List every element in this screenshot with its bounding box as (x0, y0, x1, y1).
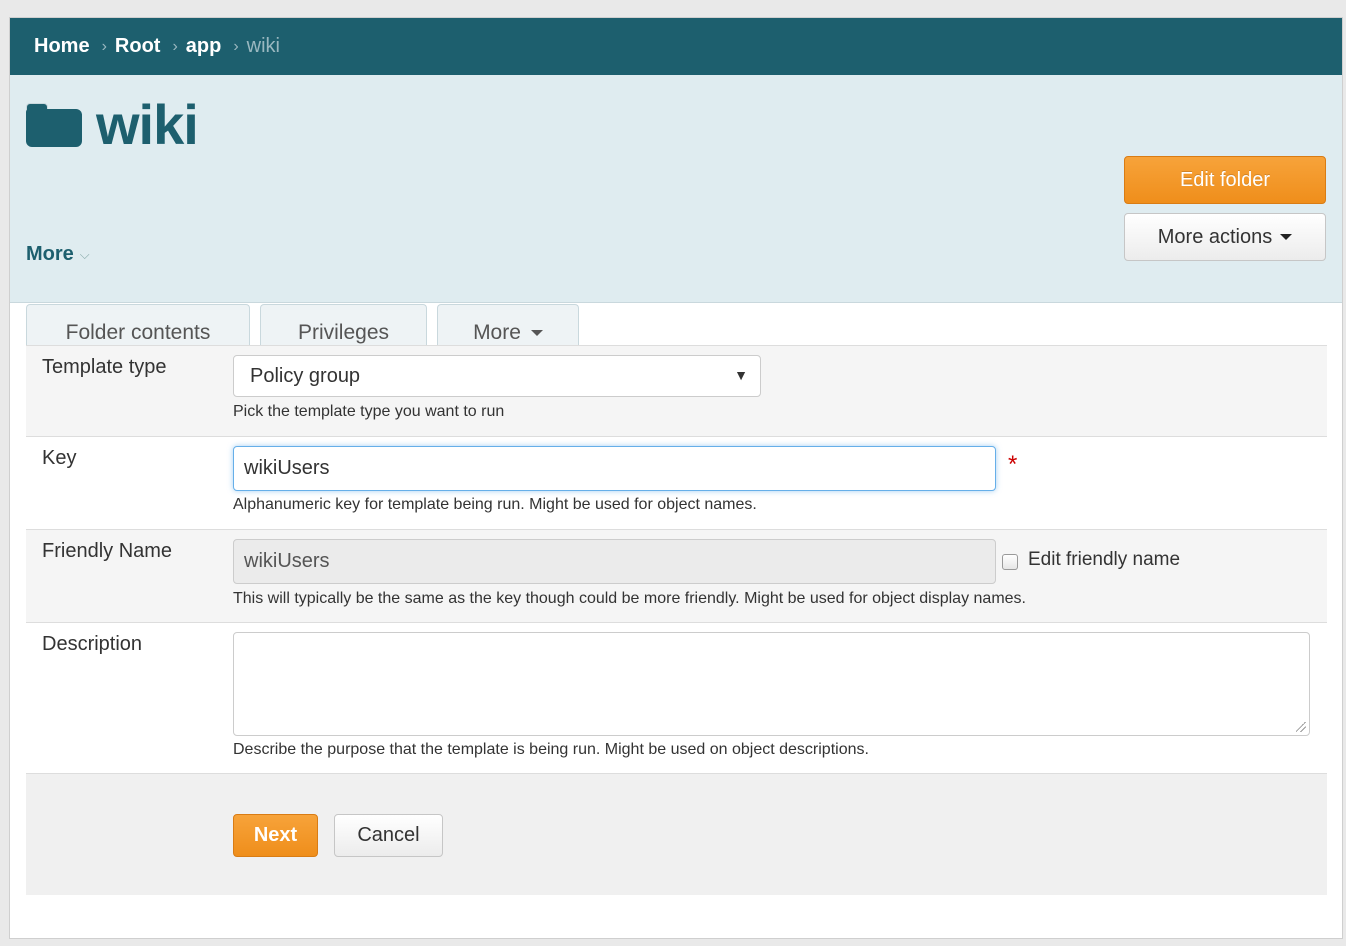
template-type-help: Pick the template type you want to run (233, 403, 505, 420)
template-type-select[interactable]: Policy group ▼ (233, 355, 761, 397)
page-title: wiki (96, 93, 199, 156)
more-actions-label: More actions (1157, 225, 1273, 248)
tab-label: More (473, 321, 521, 344)
more-menu-link[interactable]: More ⌵ (26, 243, 90, 266)
form-row-description: Description Describe the purpose that th… (26, 622, 1327, 774)
tab-label: Privileges (297, 321, 390, 344)
required-asterisk-icon: * (1008, 451, 1018, 478)
chevron-down-icon: ⌵ (79, 246, 90, 262)
description-help: Describe the purpose that the template i… (233, 741, 869, 758)
key-help: Alphanumeric key for template being run.… (233, 496, 757, 513)
caret-down-icon (530, 330, 543, 336)
friendly-name-label: Friendly Name (42, 540, 173, 562)
tab-label: Folder contents (65, 321, 211, 344)
friendly-name-input[interactable]: wikiUsers (233, 539, 996, 584)
key-label: Key (42, 447, 77, 469)
form-row-friendly-name: Friendly Name wikiUsers Edit friendly na… (26, 529, 1327, 622)
template-form: Template type Policy group ▼ Pick the te… (26, 345, 1327, 774)
edit-friendly-name-checkbox[interactable] (1002, 554, 1018, 570)
title-row: wiki (26, 93, 199, 156)
description-label: Description (42, 633, 143, 655)
breadcrumb-app[interactable]: app (186, 35, 222, 58)
caret-down-icon (1280, 234, 1293, 240)
breadcrumb-home[interactable]: Home (34, 35, 90, 58)
edit-friendly-name-label[interactable]: Edit friendly name (1028, 549, 1180, 571)
key-input[interactable]: wikiUsers (233, 446, 996, 491)
template-type-selected: Policy group (250, 364, 361, 387)
folder-icon (26, 103, 82, 147)
header-band: wiki More ⌵ Edit folder More actions Fol… (10, 75, 1342, 361)
breadcrumb-separator-icon: › (172, 37, 178, 55)
friendly-name-value: wikiUsers (244, 550, 330, 572)
key-input-value: wikiUsers (244, 457, 330, 479)
description-textarea[interactable] (233, 632, 1310, 736)
breadcrumb-root[interactable]: Root (115, 35, 161, 58)
form-row-key: Key wikiUsers * Alphanumeric key for tem… (26, 436, 1327, 529)
friendly-name-help: This will typically be the same as the k… (233, 590, 1026, 607)
template-type-label: Template type (42, 356, 167, 378)
breadcrumb-separator-icon: › (101, 37, 107, 55)
form-row-template-type: Template type Policy group ▼ Pick the te… (26, 345, 1327, 436)
breadcrumb: Home › Root › app › wiki (10, 18, 1342, 75)
more-actions-button[interactable]: More actions (1124, 213, 1326, 261)
edit-folder-button[interactable]: Edit folder (1124, 156, 1326, 204)
breadcrumb-current: wiki (246, 35, 281, 57)
resize-handle-icon[interactable] (1296, 722, 1306, 732)
cancel-button[interactable]: Cancel (334, 814, 443, 857)
more-menu-label: More (26, 243, 74, 265)
breadcrumb-separator-icon: › (233, 37, 239, 55)
page-frame: Home › Root › app › wiki wiki More ⌵ Edi… (9, 17, 1343, 939)
form-actions: Next Cancel (26, 774, 1327, 895)
next-button[interactable]: Next (233, 814, 318, 857)
dropdown-arrow-icon: ▼ (734, 367, 748, 383)
